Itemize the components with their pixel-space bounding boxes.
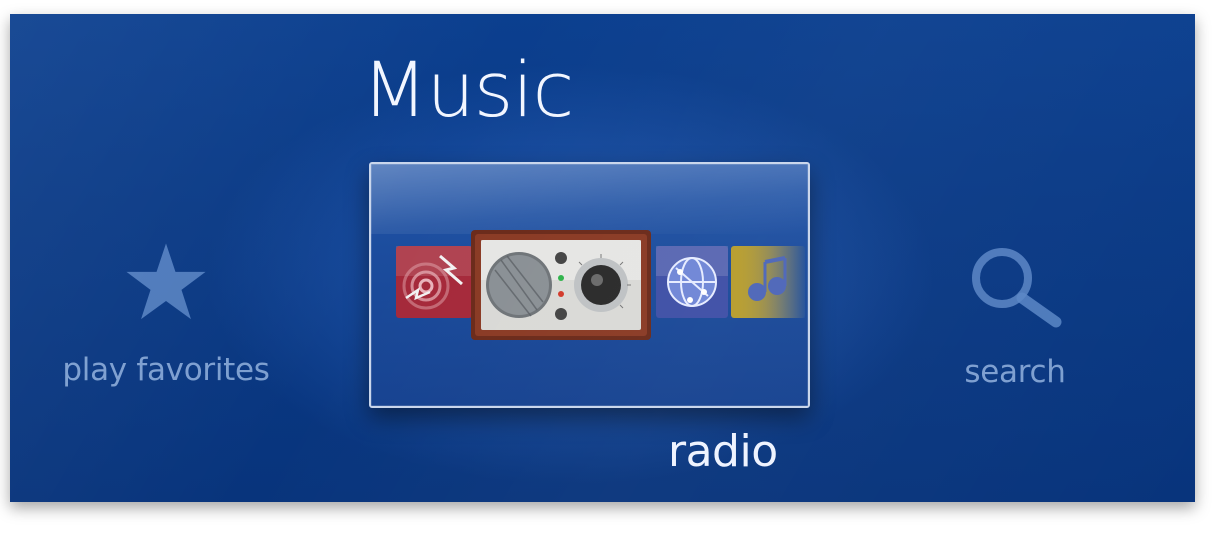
radio-icon xyxy=(471,230,651,340)
radio-tile[interactable] xyxy=(369,162,810,408)
star-icon xyxy=(56,240,276,326)
menu-item-label: play favorites xyxy=(62,352,270,388)
music-notes-icon xyxy=(731,246,805,318)
menu-item-label: search xyxy=(964,354,1066,390)
menu-item-play-favorites[interactable]: play favorites xyxy=(56,240,276,388)
tile-gloss xyxy=(371,164,808,234)
radio-waves-icon xyxy=(396,246,472,318)
page-title: Music xyxy=(362,45,574,134)
menu-item-search[interactable]: search xyxy=(935,242,1095,390)
selected-item-label: radio xyxy=(668,426,778,477)
media-center-screen: Music play favorites radio search xyxy=(10,14,1195,502)
internet-globe-icon xyxy=(656,246,728,318)
magnifier-icon xyxy=(935,242,1095,332)
